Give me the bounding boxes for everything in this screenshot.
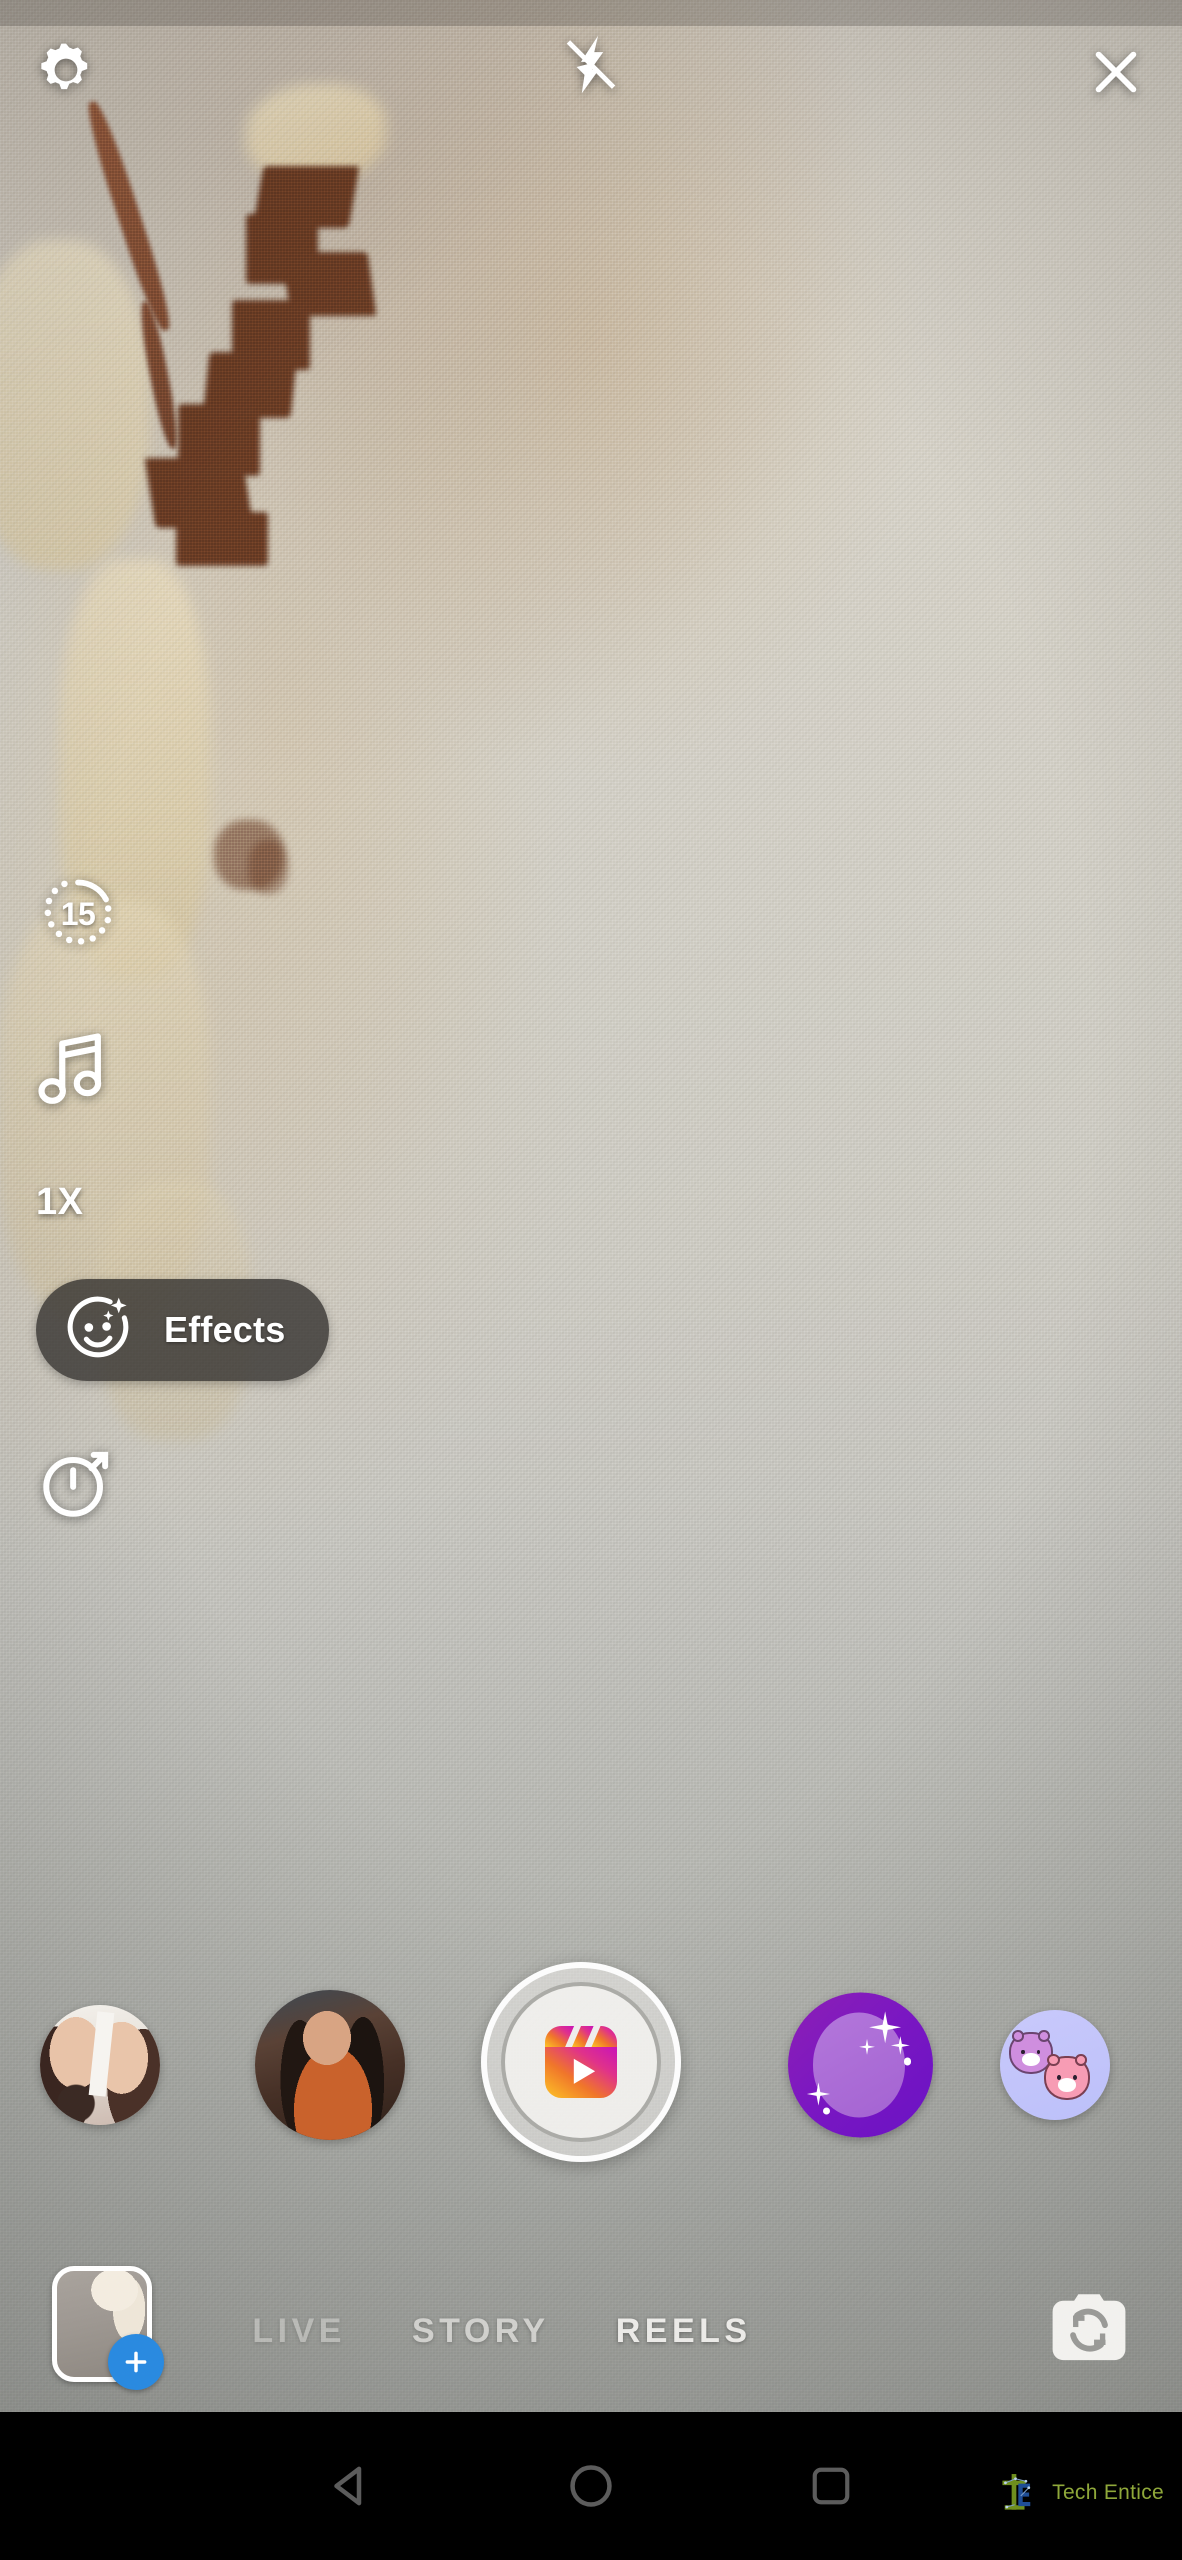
audio-button[interactable] [36, 1026, 124, 1114]
effect-preview-image [40, 2005, 160, 2125]
home-circle-icon [570, 2465, 612, 2507]
effects-label: Effects [164, 1309, 286, 1350]
mode-tab-story[interactable]: STORY [412, 2312, 550, 2351]
gallery-picker-button[interactable] [52, 2266, 164, 2390]
effects-button[interactable]: Effects [36, 1276, 330, 1384]
status-bar-strip [0, 0, 1182, 26]
effects-smiley-sparkle-icon [67, 1296, 129, 1358]
nav-back-button[interactable] [295, 2431, 405, 2541]
mode-tab-live[interactable]: LIVE [252, 2312, 346, 2351]
nav-recents-button[interactable] [776, 2431, 886, 2541]
camera-flip-icon [1052, 2294, 1126, 2361]
sparkle-icon [890, 2036, 910, 2055]
duration-button[interactable]: 15 [36, 870, 124, 958]
camera-flip-button[interactable] [1044, 2284, 1134, 2374]
camera-mode-bar: LIVE STORY REELS [0, 2250, 1182, 2412]
shutter-inner-ring [501, 1982, 661, 2142]
settings-button[interactable] [24, 28, 108, 112]
effect-thumbnail[interactable] [255, 1990, 405, 2140]
close-icon [1095, 51, 1137, 93]
timer-stopwatch-icon [43, 1451, 109, 1517]
phone-screen: 15 1X Effects LIVE STORY REELS Tech Enti… [0, 0, 1182, 2560]
timer-button[interactable] [36, 1436, 124, 1524]
reels-clapperboard-icon [545, 2026, 617, 2098]
sparkle-icon [806, 2082, 831, 2106]
effects-pill[interactable]: Effects [36, 1279, 330, 1381]
effect-preview-image [255, 1990, 405, 2140]
watermark-text: Tech Entice [1052, 2481, 1164, 2504]
speed-value: 1X [36, 1180, 84, 1223]
gallery-add-badge[interactable] [108, 2334, 164, 2390]
gear-icon [41, 43, 88, 90]
recents-square-icon [812, 2467, 850, 2505]
bear-face-icon [1044, 2054, 1091, 2101]
record-shutter-button[interactable] [481, 1962, 681, 2162]
music-note-icon [38, 1033, 102, 1104]
tech-entice-logo-icon [1002, 2474, 1031, 2510]
effect-preview-image [1000, 2010, 1110, 2120]
effect-thumbnail[interactable] [788, 1992, 933, 2138]
flash-off-icon [566, 35, 616, 94]
speed-button[interactable]: 1X [36, 1170, 124, 1234]
effect-thumbnail[interactable] [1000, 2010, 1110, 2120]
sparkle-icon [859, 2038, 875, 2055]
duration-value: 15 [60, 895, 96, 932]
plus-icon [125, 2351, 147, 2373]
sparkle-dot-icon [822, 2107, 831, 2115]
effect-preview-image [788, 1992, 933, 2138]
nav-home-button[interactable] [536, 2431, 646, 2541]
sparkle-dot-icon [904, 2057, 912, 2065]
camera-top-bar [0, 0, 1182, 140]
back-triangle-icon [334, 2466, 362, 2506]
flash-toggle-button[interactable] [549, 26, 633, 114]
mode-tab-reels[interactable]: REELS [616, 2312, 752, 2351]
close-button[interactable] [1074, 30, 1158, 114]
effect-thumbnail[interactable] [40, 2005, 160, 2125]
mode-selector[interactable]: LIVE STORY REELS [192, 2250, 812, 2412]
duration-dial-icon: 15 [36, 872, 120, 956]
sparkle-icon [869, 2011, 902, 2044]
watermark: Tech Entice [996, 2470, 1164, 2516]
